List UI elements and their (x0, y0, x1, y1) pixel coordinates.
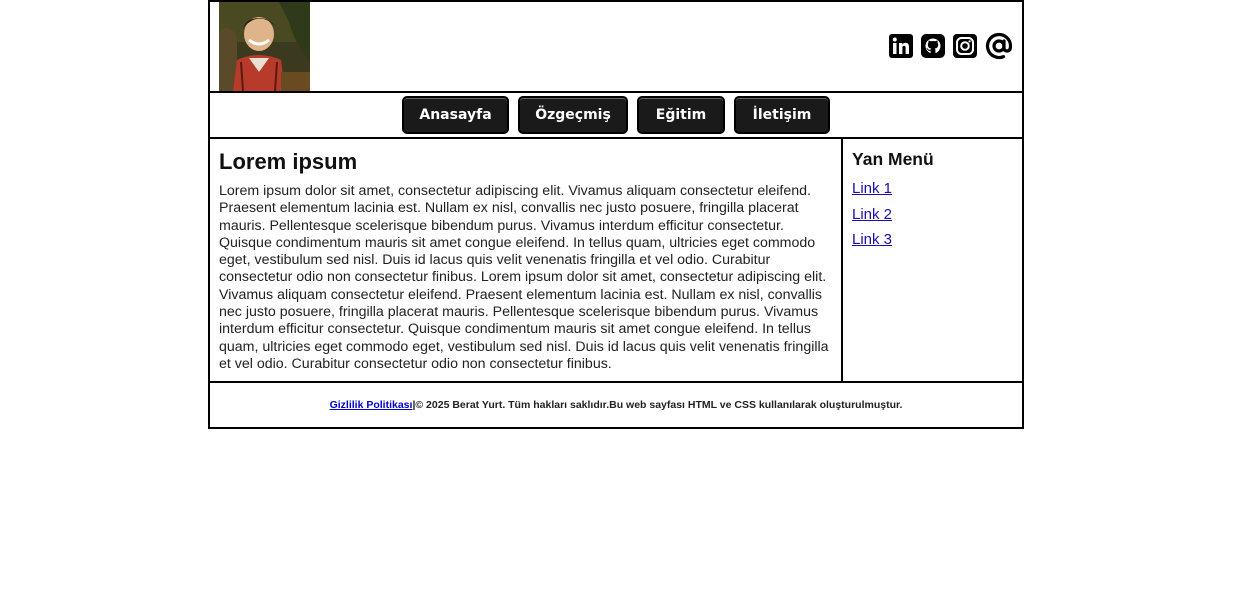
site-footer: Gizlilik Politikası |© 2025 Berat Yurt. … (210, 383, 1022, 427)
nav-education-button[interactable]: Eğitim (637, 96, 725, 134)
sidebar-link-2[interactable]: Link 2 (852, 202, 1013, 228)
sidebar-link-1[interactable]: Link 1 (852, 176, 1013, 202)
github-icon[interactable] (921, 34, 945, 58)
nav-contact-button[interactable]: İletişim (734, 96, 830, 134)
sidebar-link-3[interactable]: Link 3 (852, 227, 1013, 253)
social-links (889, 32, 1013, 60)
main-article: Lorem ipsum Lorem ipsum dolor sit amet, … (210, 139, 843, 382)
privacy-policy-link[interactable]: Gizlilik Politikası (330, 399, 413, 411)
article-title: Lorem ipsum (219, 149, 358, 174)
avatar (219, 2, 310, 91)
email-icon[interactable] (985, 32, 1013, 60)
instagram-icon[interactable] (953, 34, 977, 58)
copyright-text: |© 2025 Berat Yurt. Tüm hakları saklıdır… (412, 399, 903, 412)
content-area: Lorem ipsum Lorem ipsum dolor sit amet, … (210, 139, 1022, 384)
page-container: Anasayfa Özgeçmiş Eğitim İletişim Lorem … (208, 0, 1024, 430)
sidebar-title: Yan Menü (852, 149, 934, 169)
nav-home-button[interactable]: Anasayfa (402, 96, 509, 134)
site-header (210, 2, 1022, 93)
sidebar: Yan Menü Link 1 Link 2 Link 3 (843, 139, 1022, 381)
article-body: Lorem ipsum dolor sit amet, consectetur … (219, 183, 829, 372)
nav-cv-button[interactable]: Özgeçmiş (518, 96, 628, 134)
main-nav: Anasayfa Özgeçmiş Eğitim İletişim (210, 93, 1022, 139)
linkedin-icon[interactable] (889, 34, 913, 58)
